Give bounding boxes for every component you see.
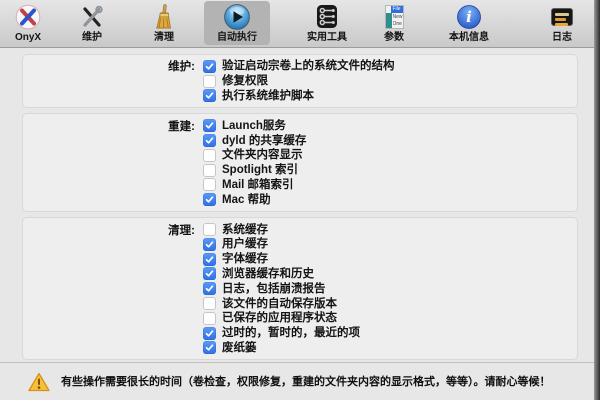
checkbox[interactable] (203, 60, 216, 73)
checkbox-label: 执行系统维护脚本 (222, 89, 314, 103)
checkbox-label: 字体缓存 (222, 252, 268, 266)
checkbox-label: 该文件的自动保存版本 (222, 297, 337, 311)
group-box-1: 重建: Launch服务dyld 的共享缓存文件夹内容显示Spotlight 索引… (22, 113, 578, 212)
checkbox-row: 废纸篓 (23, 341, 569, 356)
checkbox-label: 验证启动宗卷上的系统文件的结构 (222, 59, 395, 73)
checkbox[interactable] (203, 178, 216, 191)
toolbar-item-label: 本机信息 (449, 32, 489, 44)
checkbox[interactable] (203, 75, 216, 88)
group-box-2: 清理: 系统缓存用户缓存字体缓存浏览器缓存和历史日志，包括崩溃报告该文件的自动保存… (22, 217, 578, 360)
checkbox-row: 已保存的应用程序状态 (23, 311, 569, 326)
checkbox-row: 清理: 系统缓存 (23, 222, 569, 237)
checkbox[interactable] (203, 297, 216, 310)
toolbar-item-label: 参数 (384, 32, 404, 44)
content-area: 维护: 验证启动宗卷上的系统文件的结构修复权限执行系统维护脚本重建: Launch服… (0, 48, 594, 365)
checkbox-row: Mac 帮助 (23, 192, 569, 207)
window-right-edge (594, 0, 600, 400)
checkbox[interactable] (203, 282, 216, 295)
checkbox-row: dyld 的共享缓存 (23, 133, 569, 148)
checkbox-label: 浏览器缓存和历史 (222, 267, 314, 281)
checkbox-row: 过时的，暂时的，最近的项 (23, 326, 569, 341)
toolbar-item-automation[interactable]: 自动执行 (204, 1, 270, 45)
checkbox-label: Spotlight 索引 (222, 163, 298, 177)
checkbox[interactable] (203, 253, 216, 266)
checkbox[interactable] (203, 134, 216, 147)
checkbox-row: 浏览器缓存和历史 (23, 267, 569, 282)
toolbar-item-label: 日志 (552, 32, 572, 44)
checkbox-row: 该文件的自动保存版本 (23, 296, 569, 311)
checkbox[interactable] (203, 312, 216, 325)
checkbox-label: dyld 的共享缓存 (222, 134, 306, 148)
checkbox-label: 已保存的应用程序状态 (222, 311, 337, 325)
checkbox-row: Spotlight 索引 (23, 163, 569, 178)
broom-icon (151, 3, 177, 30)
group-box-0: 维护: 验证启动宗卷上的系统文件的结构修复权限执行系统维护脚本 (22, 54, 578, 108)
menu-panel-icon: FileNewOne (385, 3, 404, 30)
checkbox-label: 过时的，暂时的，最近的项 (222, 326, 360, 340)
section-label: 维护: (23, 58, 203, 74)
toolbar-item-label: OnyX (15, 32, 41, 44)
section-label: 清理: (23, 222, 203, 238)
log-panel-icon (551, 3, 573, 30)
checkbox[interactable] (203, 193, 216, 206)
checkbox-row: 重建: Launch服务 (23, 118, 569, 133)
checkbox[interactable] (203, 119, 216, 132)
checkbox-label: 修复权限 (222, 74, 268, 88)
warning-triangle-icon (28, 372, 50, 392)
play-icon (223, 3, 251, 30)
checkbox-label: 系统缓存 (222, 223, 268, 237)
checkbox[interactable] (203, 223, 216, 236)
toolbar-item-info[interactable]: i 本机信息 (437, 1, 501, 45)
onyx-logo-icon (15, 3, 41, 30)
checkbox[interactable] (203, 149, 216, 162)
checkbox-row: 用户缓存 (23, 237, 569, 252)
crossed-tools-icon (79, 3, 105, 30)
toolbar-item-onyx[interactable]: OnyX (6, 1, 50, 45)
onyx-window: OnyX 维护 清理 自动执行 实用工具 FileNewOne 参数 i 本机信息 日志 维护: 验… (0, 0, 600, 400)
checkbox-label: Mac 帮助 (222, 193, 271, 207)
warning-text: 有些操作需要很长的时间（卷检查，权限修复，重建的文件夹内容的显示格式，等等）。请… (61, 375, 565, 389)
info-icon: i (456, 3, 482, 30)
checkbox-label: 日志，包括崩溃报告 (222, 282, 326, 296)
warning-bar: 有些操作需要很长的时间（卷检查，权限修复，重建的文件夹内容的显示格式，等等）。请… (0, 362, 600, 400)
checkbox[interactable] (203, 238, 216, 251)
svg-text:i: i (466, 8, 472, 26)
checkbox-row: 执行系统维护脚本 (23, 89, 569, 104)
checkbox-label: 用户缓存 (222, 237, 268, 251)
checkbox-row: 字体缓存 (23, 252, 569, 267)
toolbar: OnyX 维护 清理 自动执行 实用工具 FileNewOne 参数 i 本机信息 日志 (0, 0, 600, 48)
checkbox-row: 维护: 验证启动宗卷上的系统文件的结构 (23, 59, 569, 74)
toolbar-item-label: 自动执行 (217, 32, 257, 44)
checkbox-label: Launch服务 (222, 119, 286, 133)
checkbox[interactable] (203, 89, 216, 102)
checkbox[interactable] (203, 327, 216, 340)
checkbox-row: Mail 邮箱索引 (23, 178, 569, 193)
utilities-stack-icon (314, 3, 340, 30)
section-label: 重建: (23, 118, 203, 134)
toolbar-item-cleaning[interactable]: 清理 (138, 1, 190, 45)
checkbox-row: 文件夹内容显示 (23, 148, 569, 163)
checkbox[interactable] (203, 164, 216, 177)
checkbox[interactable] (203, 341, 216, 354)
toolbar-item-maintenance[interactable]: 维护 (66, 1, 118, 45)
checkbox-row: 日志，包括崩溃报告 (23, 281, 569, 296)
checkbox-row: 修复权限 (23, 74, 569, 89)
checkbox-label: Mail 邮箱索引 (222, 178, 294, 192)
checkbox[interactable] (203, 267, 216, 280)
checkbox-label: 废纸篓 (222, 341, 257, 355)
toolbar-item-parameters[interactable]: FileNewOne 参数 (369, 1, 419, 45)
toolbar-item-logs[interactable]: 日志 (535, 1, 589, 45)
toolbar-item-label: 维护 (82, 32, 102, 44)
checkbox-label: 文件夹内容显示 (222, 148, 303, 162)
toolbar-item-label: 实用工具 (307, 32, 347, 44)
toolbar-item-label: 清理 (154, 32, 174, 44)
toolbar-item-utilities[interactable]: 实用工具 (296, 1, 358, 45)
